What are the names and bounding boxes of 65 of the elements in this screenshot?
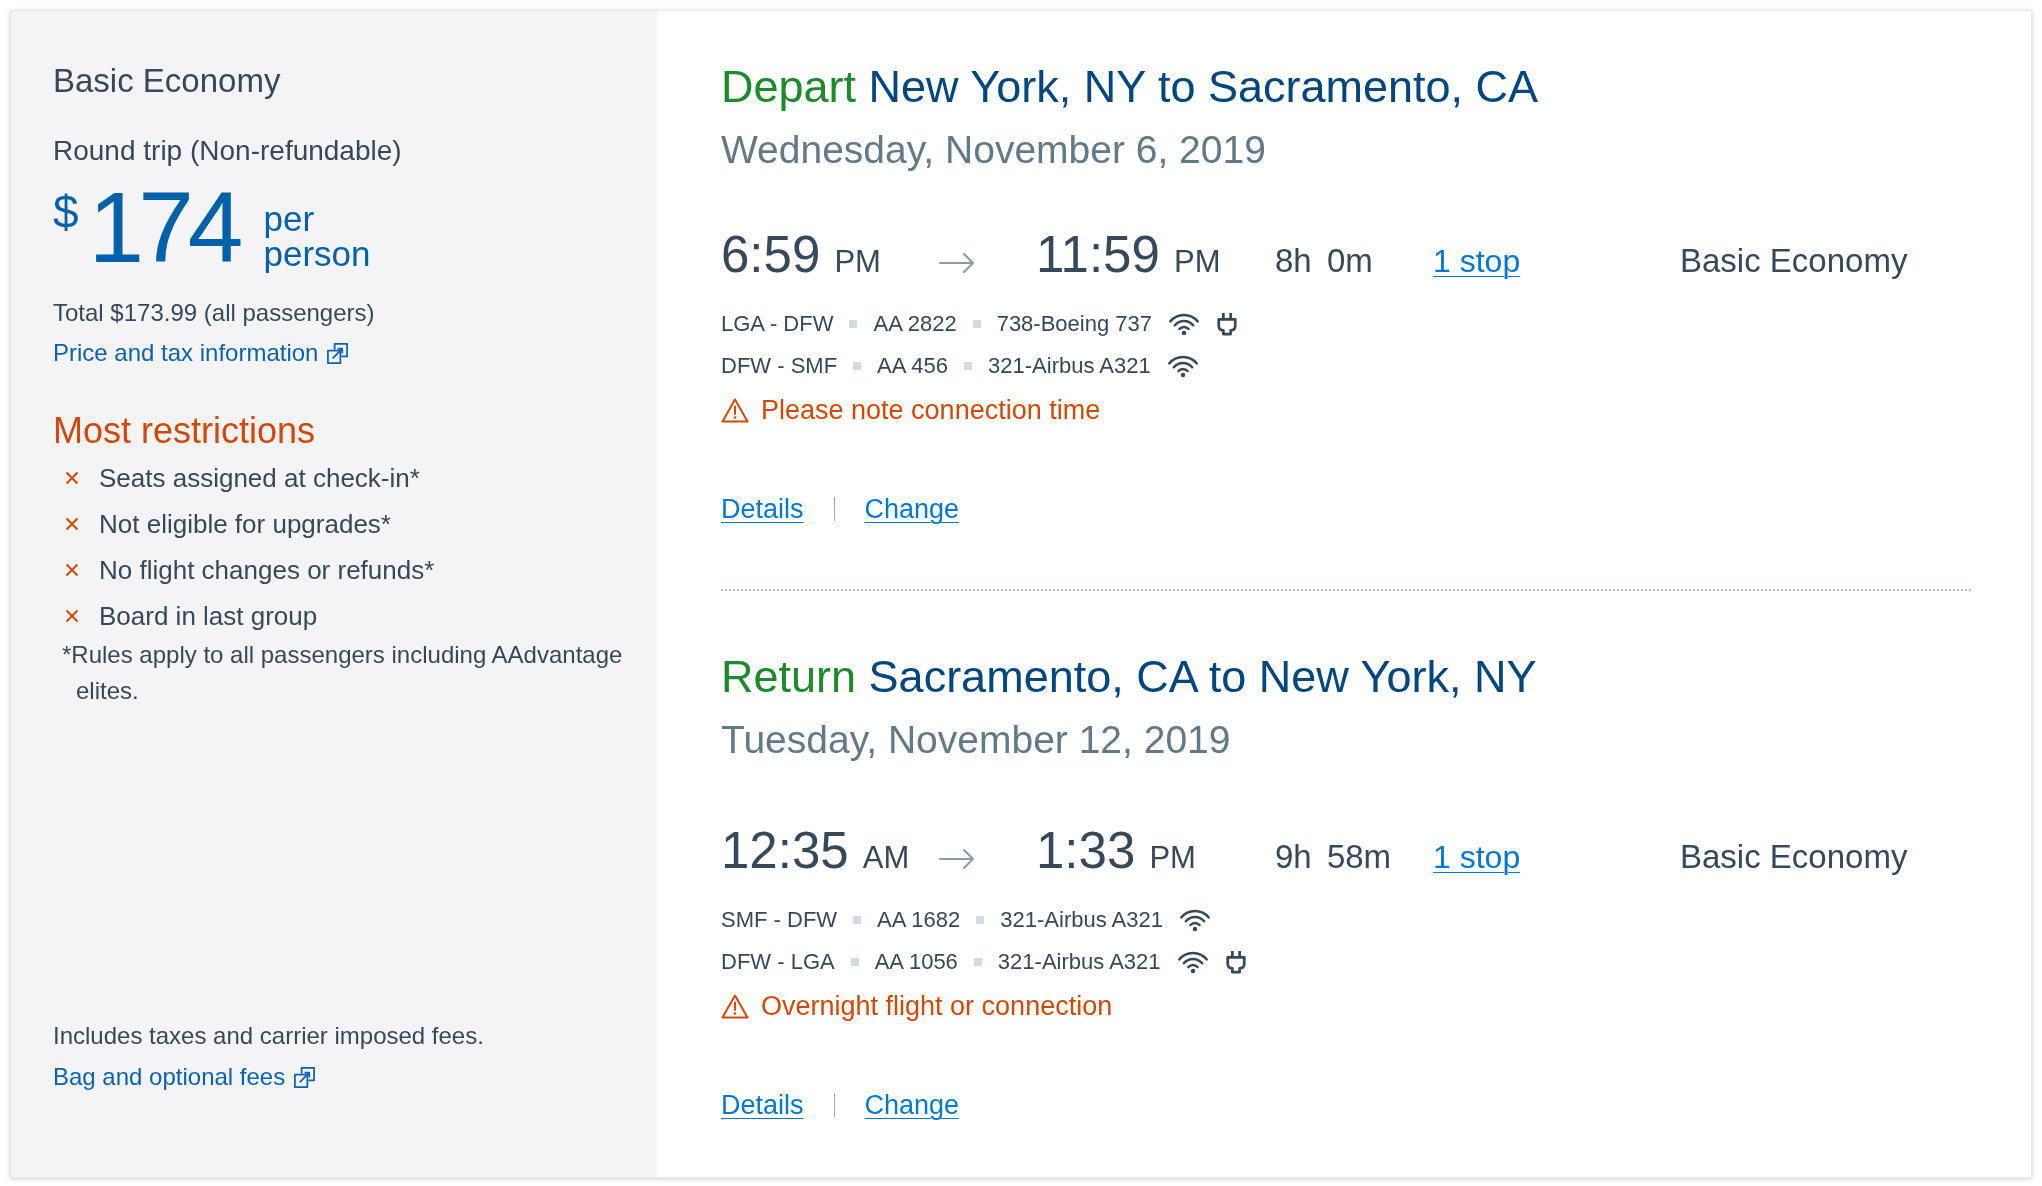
cabin-class: Basic Economy [1680,837,1908,877]
restrictions-footnote: *Rules apply to all passengers including AAdvantage elites. [61,640,624,706]
aircraft-type: 321-Airbus A321 [988,352,1151,380]
flight-number: AA 456 [877,352,949,380]
segment-route: DFW - SMF [721,352,838,380]
flight-duration: 8h 0m [1275,242,1373,279]
arrival-time: 1:33 PM [1036,822,1196,879]
square-separator-icon [853,916,862,924]
cross-icon [65,471,79,485]
stops-link[interactable]: 1 stop [1433,839,1521,875]
aircraft-type: 321-Airbus A321 [997,948,1161,976]
slice-heading: Depart New York, NY to Sacramento, CA [721,60,1540,114]
total-price: Total $173.99 (all passengers) [53,299,376,327]
arrow-right-icon [939,251,975,274]
arrival-time: 11:59 PM [1036,226,1221,283]
price-tax-link[interactable]: Price and tax information [53,339,350,367]
warning-icon [721,397,749,423]
flight-number: AA 1682 [877,906,961,934]
fees-link[interactable]: Bag and optional fees [53,1063,317,1091]
flight-number: AA 2822 [873,310,957,338]
slice-date: Tuesday, November 12, 2019 [721,717,1232,763]
restrictions-heading: Most restrictions [53,411,317,451]
external-link-icon [326,341,350,365]
slice-notice: Please note connection time [761,394,1101,427]
slice-date: Wednesday, November 6, 2019 [721,127,1267,173]
restriction-item: Seats assigned at check-in* [99,462,420,495]
cross-icon [65,609,79,623]
segment-route: SMF - DFW [721,906,838,934]
aircraft-type: 738-Boeing 737 [996,310,1152,338]
square-separator-icon [973,958,982,966]
slice-notice: Overnight flight or connection [761,990,1113,1023]
stops-link[interactable]: 1 stop [1433,243,1521,279]
square-separator-icon [972,320,981,328]
trip-type: Round trip (Non-refundable) [53,135,403,167]
flight-number: AA 1056 [874,948,958,976]
segment-route: DFW - LGA [721,948,835,976]
restriction-item: Board in last group [99,600,318,633]
departure-time: 6:59 PM [721,226,881,283]
warning-icon [721,993,749,1019]
restriction-item: No flight changes or refunds* [99,554,435,587]
aircraft-type: 321-Airbus A321 [1000,906,1163,934]
square-separator-icon [849,320,858,328]
cross-icon [65,517,79,531]
segment-route: LGA - DFW [721,310,834,338]
cross-icon [65,563,79,577]
change-link[interactable]: Change [864,491,960,527]
price-amount: 174 [88,175,238,279]
currency-symbol: $ [53,187,79,237]
fare-title: Basic Economy [53,61,282,101]
square-separator-icon [853,362,862,370]
details-link[interactable]: Details [721,491,804,527]
square-separator-icon [976,916,985,924]
details-link[interactable]: Details [721,1087,804,1123]
external-link-icon [293,1065,317,1089]
departure-time: 12:35 AM [721,822,910,879]
cabin-class: Basic Economy [1680,241,1908,281]
change-link[interactable]: Change [864,1087,960,1123]
slice-heading: Return Sacramento, CA to New York, NY [721,650,1538,704]
square-separator-icon [964,362,973,370]
square-separator-icon [850,958,859,966]
price-unit: per person [263,201,371,271]
includes-note: Includes taxes and carrier imposed fees. [53,1022,485,1050]
restriction-item: Not eligible for upgrades* [99,508,391,541]
arrow-right-icon [939,847,975,870]
flight-duration: 9h 58m [1275,838,1392,875]
